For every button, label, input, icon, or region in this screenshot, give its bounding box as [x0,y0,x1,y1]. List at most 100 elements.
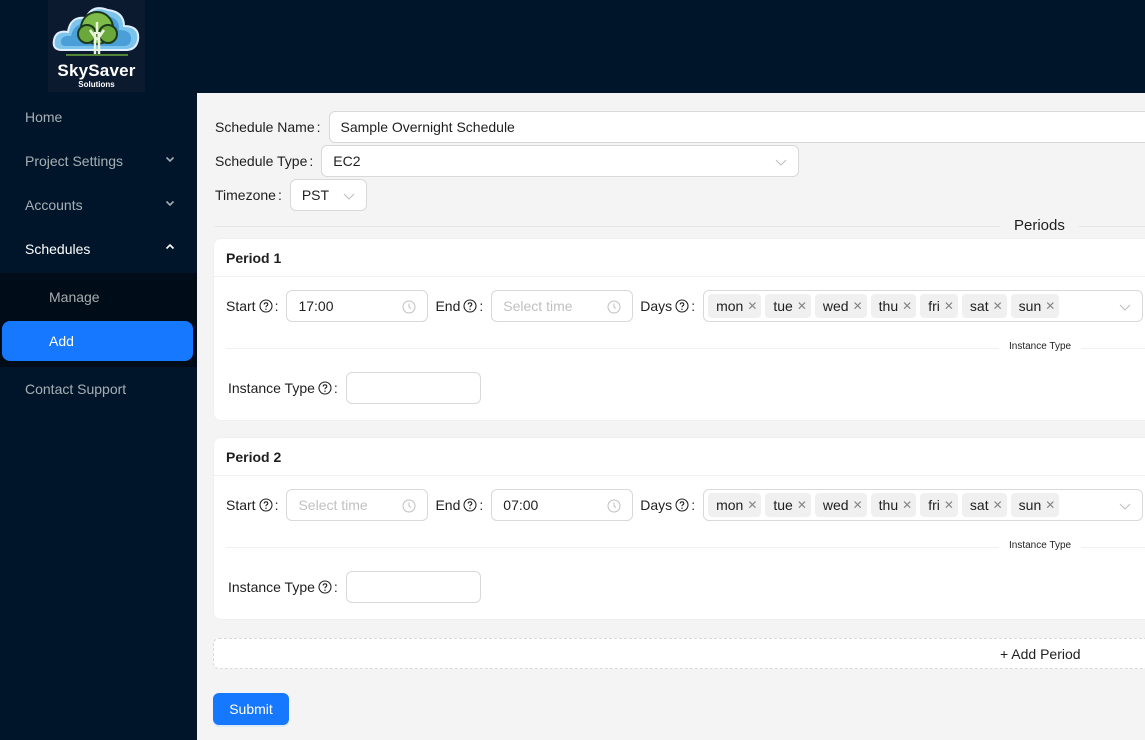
question-circle-icon[interactable] [463,299,477,313]
days-label: Days: [640,497,696,513]
day-tag-label: sat [969,497,989,513]
schedules-submenu: Manage Add [0,273,197,367]
sidebar: Home Project Settings Accounts Schedules… [0,93,197,740]
sidebar-item-label: Manage [49,289,100,305]
day-tag-label: sun [1018,497,1042,513]
schedule-type-label: Schedule Type: [215,153,314,169]
day-tag-sun: sun ✕ [1010,294,1060,318]
question-circle-icon[interactable] [318,580,332,594]
remove-tag-icon[interactable]: ✕ [797,498,807,512]
timezone-row: Timezone: PST [215,179,367,211]
question-circle-icon[interactable] [259,498,273,512]
period-card: Period 1 Start: 17:00 End: Select time D… [213,238,1145,421]
day-tag-thu: thu ✕ [870,294,917,318]
chevron-up-icon [165,243,175,250]
period-title: Period 2 [214,438,1145,476]
schedule-name-input[interactable]: Sample Overnight Schedule [328,111,1145,143]
day-tag-sat: sat ✕ [961,493,1007,517]
schedule-type-row: Schedule Type: EC2 [215,145,800,177]
schedule-type-select[interactable]: EC2 [321,145,800,177]
day-tag-label: sat [969,298,989,314]
clock-icon [607,300,621,314]
question-circle-icon[interactable] [318,381,332,395]
remove-tag-icon[interactable]: ✕ [1045,498,1055,512]
remove-tag-icon[interactable]: ✕ [993,299,1003,313]
question-circle-icon[interactable] [463,498,477,512]
clock-icon [402,300,416,314]
day-tag-label: fri [928,298,940,314]
cloud-tree-icon [52,7,140,56]
submit-button[interactable]: Submit [213,693,289,725]
sidebar-item-label: Project Settings [25,153,124,169]
remove-tag-icon[interactable]: ✕ [944,498,954,512]
period-card: Period 2 Start: Select time End: 07:00 D… [213,437,1145,620]
add-period-button[interactable]: + Add Period [213,638,1145,669]
start-time-picker[interactable]: 17:00 [286,290,429,322]
start-label: Start: [226,298,279,314]
remove-tag-icon[interactable]: ✕ [797,299,807,313]
day-tag-label: tue [773,298,793,314]
remove-tag-icon[interactable]: ✕ [853,299,863,313]
days-multiselect[interactable]: mon ✕ tue ✕ wed ✕ thu ✕ fri ✕ sat ✕ sun ✕ [703,290,1144,322]
remove-tag-icon[interactable]: ✕ [902,299,912,313]
sidebar-item-label: Add [49,333,74,349]
remove-tag-icon[interactable]: ✕ [1045,299,1055,313]
sidebar-item-add[interactable]: Add [2,321,193,361]
chevron-down-icon [165,156,175,163]
sidebar-item-label: Home [25,109,63,125]
instance-type-label: Instance Type: [228,380,338,396]
instance-type-divider-label: Instance Type [999,540,1082,551]
remove-tag-icon[interactable]: ✕ [944,299,954,313]
clock-icon [607,499,621,513]
day-tag-mon: mon ✕ [708,493,762,517]
remove-tag-icon[interactable]: ✕ [747,299,757,313]
brand-subtitle: Solutions [78,80,115,89]
end-time-picker[interactable]: 07:00 [491,489,634,521]
day-tag-fri: fri ✕ [920,493,958,517]
day-tag-label: fri [928,497,940,513]
instance-type-input[interactable] [345,571,481,603]
question-circle-icon[interactable] [259,299,273,313]
main-content: Schedule Name: Sample Overnight Schedule… [197,93,1145,740]
days-label: Days: [640,298,696,314]
clock-icon [402,499,416,513]
timezone-select[interactable]: PST [289,179,367,211]
schedule-name-value: Sample Overnight Schedule [340,119,515,135]
chevron-down-icon [165,200,175,207]
remove-tag-icon[interactable]: ✕ [747,498,757,512]
top-header: SkySaver Solutions [0,0,1145,93]
sidebar-item-home[interactable]: Home [0,97,197,137]
day-tag-label: wed [822,298,849,314]
start-time-picker[interactable]: Select time [286,489,429,521]
instance-type-input[interactable] [345,372,481,404]
day-tag-wed: wed ✕ [814,493,867,517]
day-tag-label: tue [773,497,793,513]
sidebar-item-manage[interactable]: Manage [0,277,197,317]
day-tag-label: wed [822,497,849,513]
remove-tag-icon[interactable]: ✕ [853,498,863,512]
end-label: End: [435,497,484,513]
chevron-down-icon [775,159,787,166]
sidebar-item-schedules[interactable]: Schedules [0,229,197,269]
instance-type-row: Instance Type: [228,372,481,404]
day-tag-thu: thu ✕ [870,493,917,517]
day-tag-tue: tue ✕ [765,493,811,517]
sidebar-item-project-settings[interactable]: Project Settings [0,141,197,181]
day-tag-label: mon [716,497,744,513]
instance-type-label: Instance Type: [228,579,338,595]
sidebar-item-contact-support[interactable]: Contact Support [0,369,197,409]
remove-tag-icon[interactable]: ✕ [902,498,912,512]
sidebar-item-accounts[interactable]: Accounts [0,185,197,225]
end-time-picker[interactable]: Select time [491,290,634,322]
day-tag-fri: fri ✕ [920,294,958,318]
periods-title: Periods [1000,217,1079,234]
remove-tag-icon[interactable]: ✕ [993,498,1003,512]
logo: SkySaver Solutions [48,0,145,92]
days-multiselect[interactable]: mon ✕ tue ✕ wed ✕ thu ✕ fri ✕ sat ✕ sun ✕ [703,489,1144,521]
question-circle-icon[interactable] [675,299,689,313]
question-circle-icon[interactable] [675,498,689,512]
chevron-down-icon [1119,503,1131,510]
day-tag-sun: sun ✕ [1010,493,1060,517]
day-tag-label: thu [878,298,899,314]
schedule-name-label: Schedule Name: [215,119,321,135]
